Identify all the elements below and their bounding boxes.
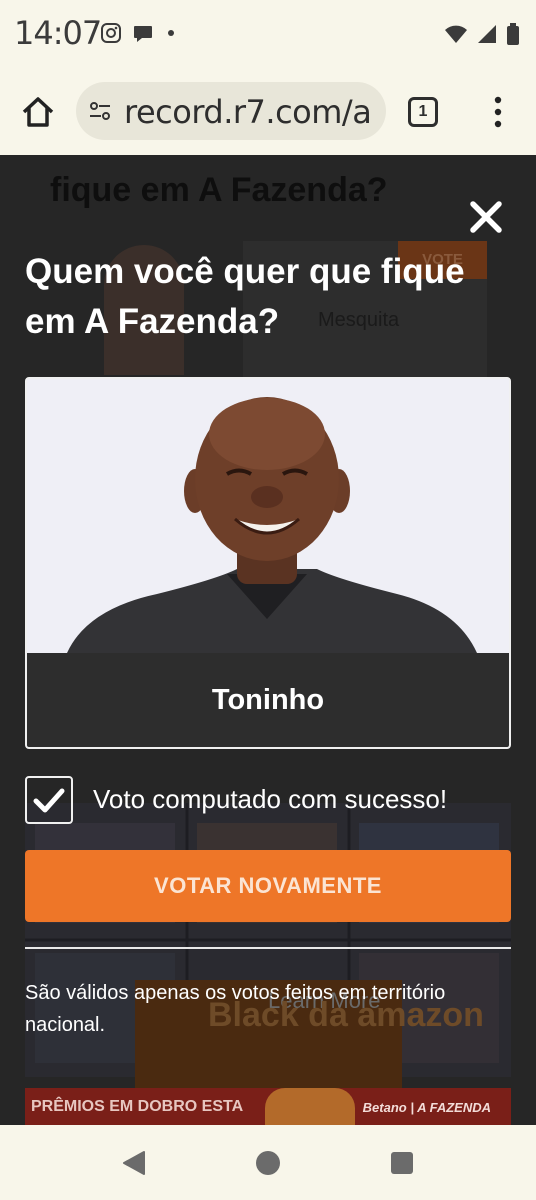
candidate-photo — [27, 379, 509, 653]
back-triangle-icon — [123, 1151, 145, 1175]
browser-menu-button[interactable] — [490, 94, 506, 130]
url-text[interactable]: record.r7.com/a — [124, 93, 372, 131]
vote-success-message: Voto computado com sucesso! — [93, 784, 448, 814]
vote-success-row: Voto computado com sucesso! — [25, 776, 511, 824]
nav-back-button[interactable] — [120, 1149, 148, 1177]
status-bar: 14:07 — [0, 0, 536, 70]
close-icon — [470, 201, 502, 233]
tab-switcher-button[interactable]: 1 — [408, 97, 438, 127]
home-button[interactable] — [18, 92, 58, 132]
battery-icon — [506, 22, 520, 51]
chat-bubble-icon — [132, 22, 154, 49]
site-settings-icon[interactable] — [88, 99, 112, 123]
candidate-name: Toninho — [27, 653, 509, 747]
vote-dialog: Quem você quer que fique em A Fazenda? T… — [0, 155, 536, 1125]
dot-icon — [164, 22, 178, 49]
disclaimer-text: São válidos apenas os votos feitos em te… — [25, 982, 446, 1036]
home-icon — [22, 97, 54, 127]
address-bar[interactable]: record.r7.com/a — [76, 82, 386, 140]
checkmark-icon — [33, 788, 65, 813]
instagram-icon — [100, 22, 122, 49]
candidate-card: Toninho — [25, 377, 511, 749]
dialog-title: Quem você quer que fique em A Fazenda? — [25, 252, 465, 341]
more-vert-icon — [494, 96, 502, 128]
recents-square-icon — [391, 1152, 413, 1174]
home-circle-icon — [256, 1151, 280, 1175]
system-nav-bar — [0, 1125, 536, 1200]
signal-icon — [476, 23, 498, 50]
status-time: 14:07 — [14, 14, 102, 52]
wifi-icon — [444, 23, 468, 50]
nav-recents-button[interactable] — [388, 1149, 416, 1177]
vote-again-button[interactable]: VOTAR NOVAMENTE — [25, 850, 511, 922]
browser-toolbar: record.r7.com/a 1 — [0, 70, 536, 155]
vote-success-checkbox — [25, 776, 73, 824]
nav-home-button[interactable] — [254, 1149, 282, 1177]
divider — [25, 947, 511, 949]
close-button[interactable] — [466, 197, 506, 237]
